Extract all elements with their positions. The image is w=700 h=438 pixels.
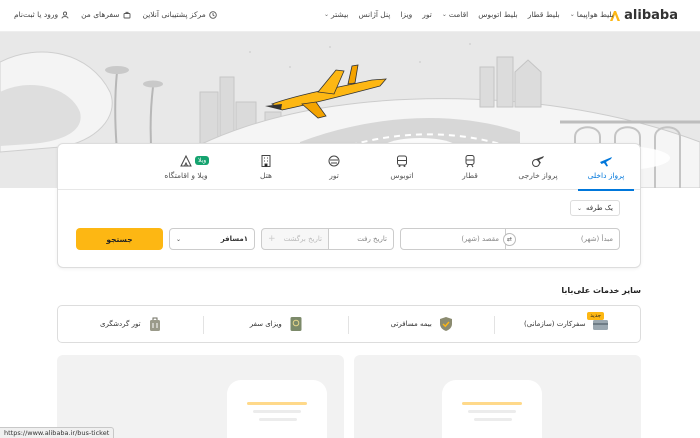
tour-icon xyxy=(328,155,340,167)
service-label: بیمه مسافرتی xyxy=(390,320,432,328)
nav-train[interactable]: بلیط قطار xyxy=(528,10,560,19)
passport-icon xyxy=(290,317,302,331)
promo-placeholder-line xyxy=(474,418,512,421)
user-nav: مرکز پشتیبانی آنلاین سفرهای من ورود یا ث… xyxy=(14,10,217,19)
origin-placeholder: مبدأ (شهر) xyxy=(580,235,613,243)
luggage-icon xyxy=(149,317,160,331)
my-trips-link[interactable]: سفرهای من xyxy=(81,10,130,19)
chevron-down-icon: ⌄ xyxy=(441,11,447,18)
tab-hotel[interactable]: هتل xyxy=(232,144,300,190)
return-date-input[interactable]: تاریخ برگشت + xyxy=(261,228,329,250)
nav-visa-label: ویزا xyxy=(400,10,413,19)
service-label: سفرکارت (سازمانی) xyxy=(524,320,586,328)
tab-villa[interactable]: ویلا ویلا و اقامتگاه xyxy=(152,144,220,190)
search-button[interactable]: جستجو xyxy=(76,228,163,250)
brand-name: alibaba xyxy=(624,8,678,23)
support-link[interactable]: مرکز پشتیبانی آنلاین xyxy=(143,10,217,19)
login-link[interactable]: ورود یا ثبت‌نام xyxy=(14,10,69,19)
login-label: ورود یا ثبت‌نام xyxy=(14,10,59,19)
service-insurance[interactable]: بیمه مسافرتی xyxy=(349,306,495,342)
promo-placeholder-line xyxy=(253,410,301,413)
nav-tour-label: تور xyxy=(422,10,432,19)
plane-icon xyxy=(600,157,612,167)
promo-inner xyxy=(442,380,542,438)
chevron-down-icon: ⌄ xyxy=(576,204,583,212)
tab-label: قطار xyxy=(462,171,478,180)
tab-label: اتوبوس xyxy=(390,171,414,180)
my-trips-label: سفرهای من xyxy=(81,10,120,19)
tab-train[interactable]: قطار xyxy=(436,144,504,190)
tab-domestic-flight[interactable]: پرواز داخلی xyxy=(572,144,640,191)
hotel-icon xyxy=(261,155,271,167)
promo-placeholder-line xyxy=(247,402,307,405)
nav-stay[interactable]: اقامت ⌄ xyxy=(442,10,468,19)
globe-plane-icon xyxy=(532,156,544,167)
services-list: جدید سفرکارت (سازمانی) بیمه مسافرتی ویزا… xyxy=(57,305,641,343)
destination-input[interactable]: مقصد (شهر) xyxy=(400,228,506,250)
promo-card-right[interactable] xyxy=(354,355,641,438)
chevron-down-icon: ⌄ xyxy=(176,235,182,243)
services-title: سایر خدمات علی‌بابا xyxy=(561,286,641,295)
status-bar-url: https://www.alibaba.ir/bus-ticket xyxy=(0,427,115,438)
train-icon xyxy=(465,155,475,168)
tab-label: پرواز خارجی xyxy=(518,171,558,180)
brand-logo[interactable]: alibaba xyxy=(609,8,678,23)
user-icon xyxy=(61,11,69,19)
villa-badge: ویلا xyxy=(195,156,210,165)
promo-placeholder-line xyxy=(259,418,297,421)
passengers-select[interactable]: ۱مسافر ⌄ xyxy=(169,228,255,250)
main-nav: بلیط هواپیما ⌄ بلیط قطار بلیط اتوبوس اقام… xyxy=(324,10,614,19)
service-tour[interactable]: تور گردشگری xyxy=(58,306,204,342)
service-safarcard[interactable]: جدید سفرکارت (سازمانی) xyxy=(495,306,641,342)
nav-agency[interactable]: پنل آژانس xyxy=(358,10,390,19)
nav-more[interactable]: بیشتر ⌄ xyxy=(324,10,348,19)
promo-card-left[interactable] xyxy=(57,355,344,438)
service-tabs: پرواز داخلی پرواز خارجی قطار اتوبوس تور … xyxy=(58,144,640,191)
service-label: تور گردشگری xyxy=(99,320,141,328)
promo-placeholder-line xyxy=(468,410,516,413)
shield-icon xyxy=(439,317,452,331)
nav-visa[interactable]: ویزا xyxy=(400,10,412,19)
chevron-down-icon: ⌄ xyxy=(324,11,330,18)
nav-more-label: بیشتر xyxy=(331,10,349,19)
tab-label: ویلا و اقامتگاه xyxy=(164,171,208,180)
search-card: پرواز داخلی پرواز خارجی قطار اتوبوس تور … xyxy=(57,143,641,268)
tab-label: هتل xyxy=(260,171,272,180)
tab-international-flight[interactable]: پرواز خارجی xyxy=(504,144,572,190)
new-badge: جدید xyxy=(587,312,604,320)
top-navigation: alibaba بلیط هواپیما ⌄ بلیط قطار بلیط اتو… xyxy=(0,0,700,32)
origin-input[interactable]: مبدأ (شهر) xyxy=(505,228,620,250)
depart-placeholder: تاریخ رفت xyxy=(357,235,387,243)
depart-date-input[interactable]: تاریخ رفت xyxy=(328,228,394,250)
nav-agency-label: پنل آژانس xyxy=(358,10,391,19)
chevron-down-icon: ⌄ xyxy=(569,11,575,18)
nav-tour[interactable]: تور xyxy=(422,10,432,19)
destination-placeholder: مقصد (شهر) xyxy=(461,235,499,243)
tab-label: پرواز داخلی xyxy=(587,171,625,180)
bus-icon xyxy=(397,155,407,167)
suitcase-icon xyxy=(123,11,130,18)
clock-icon xyxy=(209,10,217,19)
nav-bus[interactable]: بلیط اتوبوس xyxy=(478,10,518,19)
promo-inner xyxy=(227,380,327,438)
service-label: ویزای سفر xyxy=(249,320,282,328)
villa-icon xyxy=(180,154,192,167)
trip-type-select[interactable]: یک طرفه ⌄ xyxy=(569,200,620,216)
swap-icon[interactable]: ⇄ xyxy=(503,233,516,246)
nav-flight-label: بلیط هواپیما xyxy=(576,10,614,19)
nav-bus-label: بلیط اتوبوس xyxy=(478,10,518,19)
support-label: مرکز پشتیبانی آنلاین xyxy=(142,10,206,19)
tab-bus[interactable]: اتوبوس xyxy=(368,144,436,190)
tab-tour[interactable]: تور xyxy=(300,144,368,190)
passengers-value: ۱مسافر xyxy=(220,235,248,243)
trip-type-value: یک طرفه xyxy=(586,204,613,212)
tab-label: تور xyxy=(329,171,339,180)
nav-flight[interactable]: بلیط هواپیما ⌄ xyxy=(570,10,614,19)
nav-stay-label: اقامت xyxy=(448,10,469,19)
nav-train-label: بلیط قطار xyxy=(527,10,560,19)
service-visa[interactable]: ویزای سفر xyxy=(204,306,350,342)
return-placeholder: تاریخ برگشت xyxy=(283,235,322,243)
promo-placeholder-line xyxy=(462,402,522,405)
plus-icon: + xyxy=(268,234,276,244)
